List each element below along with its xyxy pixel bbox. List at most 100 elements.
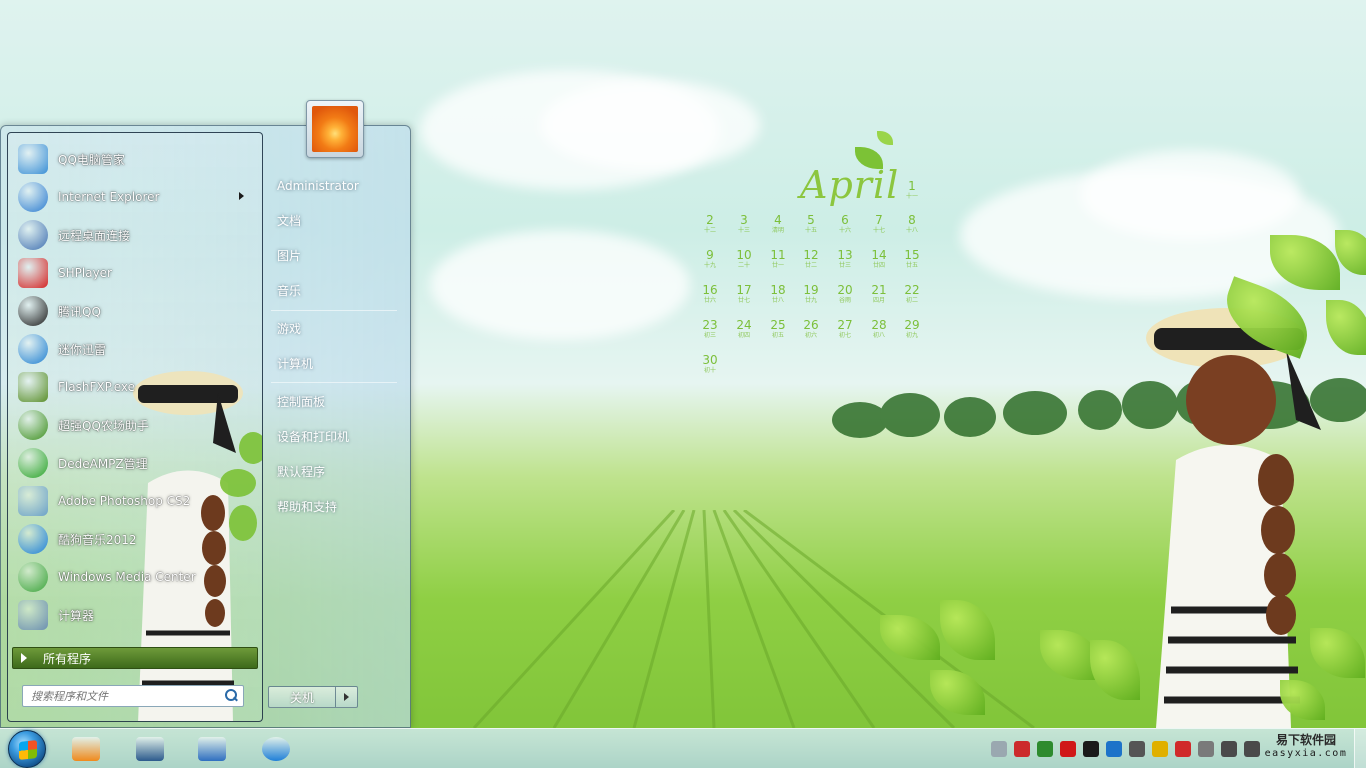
calendar-day[interactable]: 14 廿四 [864,249,894,270]
calendar-day[interactable]: 13 廿三 [830,249,860,270]
start-menu-program[interactable]: DedeAMPZ管理 [12,445,258,481]
network-arrow-icon[interactable] [1014,741,1030,757]
calendar-day-number: 27 [837,318,853,332]
tree-icon[interactable] [1037,741,1053,757]
taskbar-app-button[interactable] [186,732,238,766]
calendar-day[interactable]: 1 十一 [897,180,927,201]
calendar-day[interactable]: 25 初五 [763,319,793,340]
menu-separator [271,382,397,383]
shield-icon[interactable] [1129,741,1145,757]
start-search-box[interactable] [22,685,244,707]
calendar-day[interactable]: 6 十六 [830,214,860,235]
start-menu-link[interactable]: 计算机 [271,350,399,376]
show-desktop-button[interactable] [1354,729,1366,768]
calendar-lunar-date: 廿六 [703,297,716,304]
calendar-day[interactable]: 3 十三 [729,214,759,235]
start-menu-link[interactable]: 图片 [271,242,399,268]
start-menu-link[interactable]: 帮助和支持 [271,493,399,519]
user-account-picture[interactable] [306,100,364,158]
calendar-day-number: 24 [736,318,752,332]
program-label: Adobe Photoshop CS2 [58,494,191,508]
start-menu-program[interactable]: 酷狗音乐2012 [12,521,258,557]
plus-icon[interactable] [1152,741,1168,757]
calendar-day[interactable]: 20 谷雨 [830,284,860,305]
taskbar-app-button[interactable] [250,732,302,766]
qq-penguin-icon[interactable] [1083,741,1099,757]
calendar-day-number: 1 [908,179,916,193]
calendar-day-number: 28 [871,318,887,332]
calendar-day[interactable]: 2 十二 [695,214,725,235]
calendar-day[interactable]: 12 廿二 [796,249,826,270]
program-label: SHPlayer [58,266,112,280]
start-menu-link[interactable]: 设备和打印机 [271,423,399,449]
calendar-day[interactable]: 24 初四 [729,319,759,340]
search-icon[interactable] [223,688,239,704]
calendar-day[interactable]: 23 初三 [695,319,725,340]
calendar-widget[interactable]: April 1 十一 2 十二 3 十三 4 清明 5 十五 6 十六 7 十七 8 十八 9 十九 10 二十 11 廿… [695,125,935,385]
calendar-day[interactable]: 9 十九 [695,249,725,270]
bluetooth-icon[interactable] [1106,741,1122,757]
calendar-day-number: 4 [774,213,782,227]
calendar-day-number: 5 [807,213,815,227]
shutdown-button[interactable]: 关机 [268,686,336,708]
calendar-day[interactable]: 18 廿八 [763,284,793,305]
calendar-day[interactable]: 27 初七 [830,319,860,340]
calendar-day[interactable]: 19 廿九 [796,284,826,305]
calendar-day[interactable]: 7 十七 [864,214,894,235]
start-button[interactable] [8,730,46,768]
ati-icon[interactable] [1060,741,1076,757]
submenu-arrow-icon[interactable] [239,192,244,200]
program-label: 超强QQ农场助手 [58,418,149,433]
calendar-day[interactable]: 15 廿五 [897,249,927,270]
calendar-day[interactable]: 17 廿七 [729,284,759,305]
calendar-day[interactable]: 16 廿六 [695,284,725,305]
calendar-lunar-date: 廿一 [771,262,784,269]
start-menu-link[interactable]: 游戏 [271,315,399,341]
calendar-lunar-date: 清明 [771,227,784,234]
taskbar-app-button[interactable] [124,732,176,766]
calendar-day[interactable]: 5 十五 [796,214,826,235]
start-menu-program[interactable]: Internet Explorer [12,179,258,215]
start-menu-program[interactable]: 超强QQ农场助手 [12,407,258,443]
taskbar: 易下软件园 easyxia.com [0,728,1366,768]
taskbar-app-button[interactable] [60,732,112,766]
start-menu-program[interactable]: 腾讯QQ [12,293,258,329]
calendar-day[interactable]: 8 十八 [897,214,927,235]
keyboard-icon[interactable] [991,741,1007,757]
start-menu-link[interactable]: 文档 [271,207,399,233]
start-menu-link[interactable]: 默认程序 [271,458,399,484]
search-input[interactable] [31,687,223,705]
signal-icon[interactable] [1221,741,1237,757]
calendar-lunar-date: 廿五 [905,262,918,269]
calendar-day[interactable]: 4 清明 [763,214,793,235]
start-menu-program[interactable]: QQ电脑管家 [12,141,258,177]
start-menu-program[interactable]: FlashFXP.exe [12,369,258,405]
calendar-day[interactable]: 26 初六 [796,319,826,340]
start-menu-program[interactable]: Windows Media Center [12,559,258,595]
volume-icon[interactable] [1244,741,1260,757]
calendar-day[interactable]: 30 初十 [695,354,725,375]
start-menu-program[interactable]: 迷你迅雷 [12,331,258,367]
usb-icon[interactable] [1198,741,1214,757]
calendar-day-number: 22 [904,283,920,297]
calendar-day[interactable]: 10 二十 [729,249,759,270]
calendar-day-number: 2 [706,213,714,227]
start-menu-program[interactable]: SHPlayer [12,255,258,291]
start-menu-program[interactable]: 远程桌面连接 [12,217,258,253]
calendar-lunar-date: 廿四 [872,262,885,269]
calendar-day[interactable]: 29 初九 [897,319,927,340]
calendar-day[interactable]: 28 初八 [864,319,894,340]
start-menu-program[interactable]: 计算器 [12,597,258,633]
start-menu-link[interactable]: 音乐 [271,277,399,303]
start-menu-link[interactable]: 控制面板 [271,388,399,414]
calendar-day[interactable]: 11 廿一 [763,249,793,270]
shutdown-options-arrow[interactable] [336,686,358,708]
calendar-lunar-date: 四月 [872,297,885,304]
calendar-day[interactable]: 21 四月 [864,284,894,305]
all-programs-button[interactable]: 所有程序 [12,647,258,669]
start-menu-program[interactable]: Adobe Photoshop CS2 [12,483,258,519]
action-center-flag-icon[interactable] [1175,741,1191,757]
calculator-icon [18,600,48,630]
calendar-day[interactable]: 22 初二 [897,284,927,305]
start-menu-link[interactable]: Administrator [271,173,399,199]
